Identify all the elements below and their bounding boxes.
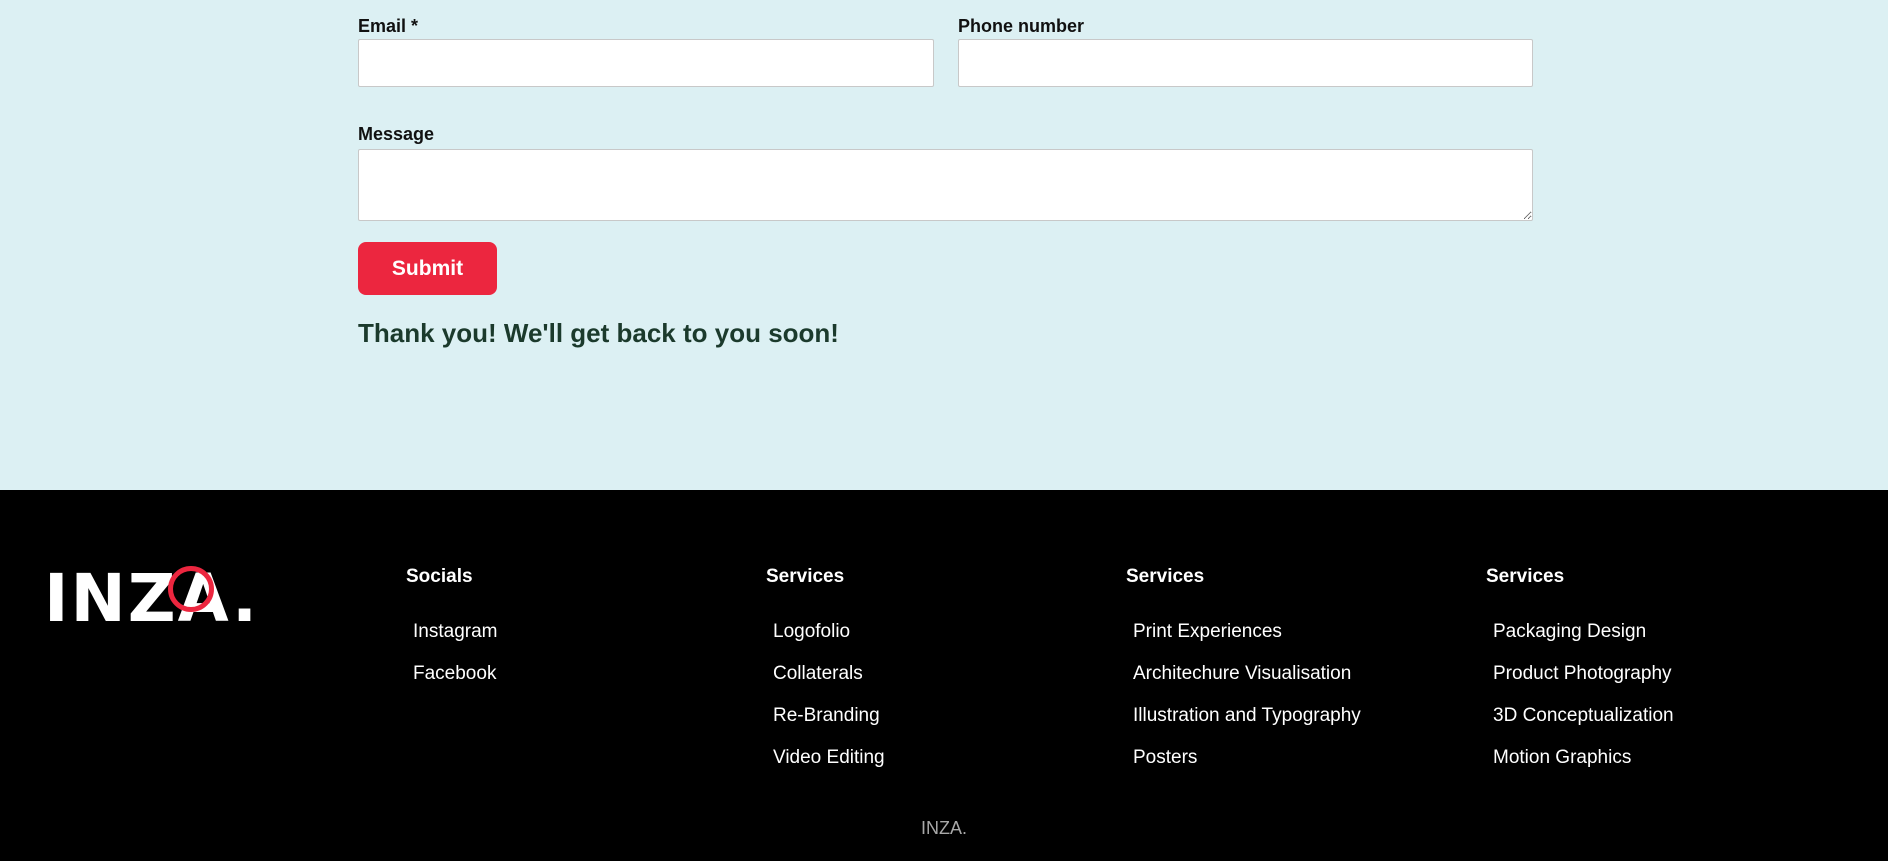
footer-column-services-1: Services Logofolio Collaterals Re-Brandi… xyxy=(766,566,1086,788)
column-heading: Socials xyxy=(406,566,473,587)
copyright-text: INZA. xyxy=(920,818,967,838)
footer-link-video-editing[interactable]: Video Editing xyxy=(773,746,1086,788)
footer-link-packaging-design[interactable]: Packaging Design xyxy=(1493,620,1806,662)
footer-link-motion-graphics[interactable]: Motion Graphics xyxy=(1493,746,1806,788)
message-field[interactable] xyxy=(358,149,1533,221)
services-list: Packaging Design Product Photography 3D … xyxy=(1486,620,1806,788)
footer-link-collaterals[interactable]: Collaterals xyxy=(773,662,1086,704)
footer-link-illustration-typography[interactable]: Illustration and Typography xyxy=(1133,704,1446,746)
footer-column-services-2: Services Print Experiences Architechure … xyxy=(1126,566,1446,788)
footer-column-services-3: Services Packaging Design Product Photog… xyxy=(1486,566,1806,788)
footer-link-3d-conceptualization[interactable]: 3D Conceptualization xyxy=(1493,704,1806,746)
message-label: Message xyxy=(358,124,435,144)
footer-link-facebook[interactable]: Facebook xyxy=(413,662,726,704)
phone-field[interactable] xyxy=(958,39,1533,87)
column-heading: Services xyxy=(766,566,845,587)
footer-link-logofolio[interactable]: Logofolio xyxy=(773,620,1086,662)
footer-link-architecture-visualisation[interactable]: Architechure Visualisation xyxy=(1133,662,1446,704)
submit-button[interactable]: Submit xyxy=(358,242,497,295)
socials-list: Instagram Facebook xyxy=(406,620,726,704)
services-list: Print Experiences Architechure Visualisa… xyxy=(1126,620,1446,788)
column-heading: Services xyxy=(1126,566,1205,587)
email-field[interactable] xyxy=(358,39,934,87)
inza-logo[interactable]: INZA. xyxy=(44,562,257,637)
success-message: Thank you! We'll get back to you soon! xyxy=(358,318,839,348)
logo-ring-icon xyxy=(168,566,214,612)
column-heading: Services xyxy=(1486,566,1565,587)
footer-link-instagram[interactable]: Instagram xyxy=(413,620,726,662)
footer-column-socials: Socials Instagram Facebook xyxy=(406,566,726,704)
footer-link-product-photography[interactable]: Product Photography xyxy=(1493,662,1806,704)
email-label: Email * xyxy=(358,16,419,36)
logo-wordmark: INZA. xyxy=(44,560,260,637)
footer-link-posters[interactable]: Posters xyxy=(1133,746,1446,788)
footer-link-print-experiences[interactable]: Print Experiences xyxy=(1133,620,1446,662)
contact-form-section: Email * Phone number Message Submit Than… xyxy=(0,0,1888,490)
footer-link-re-branding[interactable]: Re-Branding xyxy=(773,704,1086,746)
phone-label: Phone number xyxy=(958,16,1085,36)
services-list: Logofolio Collaterals Re-Branding Video … xyxy=(766,620,1086,788)
